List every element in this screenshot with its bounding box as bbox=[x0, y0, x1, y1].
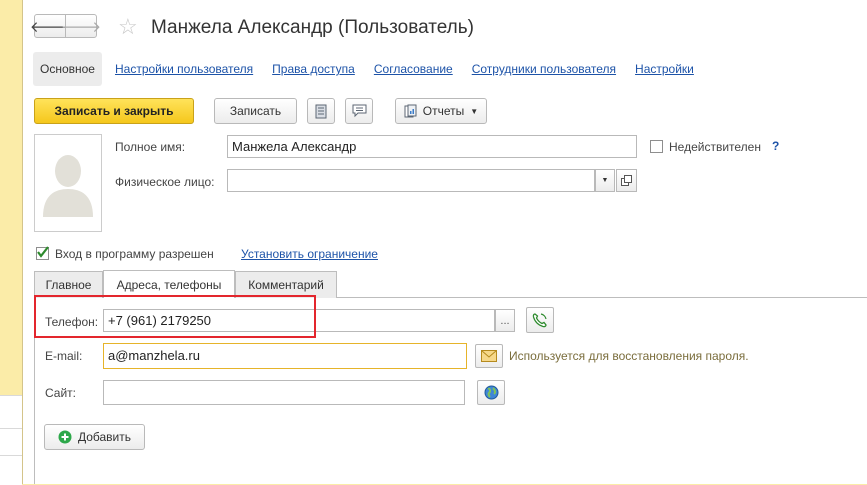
tab-approval[interactable]: Согласование bbox=[374, 62, 453, 76]
globe-icon bbox=[484, 385, 498, 400]
speech-bubble-icon bbox=[352, 104, 366, 118]
tab-user-settings[interactable]: Настройки пользователя bbox=[115, 62, 253, 76]
email-hint: Используется для восстановления пароля. bbox=[509, 349, 749, 363]
set-restriction-link[interactable]: Установить ограничение bbox=[241, 247, 378, 261]
phone-more-button[interactable]: ... bbox=[495, 309, 515, 332]
invalid-label: Недействителен bbox=[669, 140, 761, 154]
left-background-strip bbox=[0, 0, 22, 485]
full-name-field[interactable]: Манжела Александр bbox=[227, 135, 637, 158]
save-and-close-button[interactable]: Записать и закрыть bbox=[34, 98, 194, 124]
avatar-placeholder-icon bbox=[43, 155, 93, 217]
tab-main[interactable]: Основное bbox=[33, 52, 102, 86]
checkmark-icon bbox=[37, 246, 49, 258]
full-name-label: Полное имя: bbox=[115, 140, 186, 154]
tab-user-employees[interactable]: Сотрудники пользователя bbox=[472, 62, 616, 76]
subtab-addresses-phones-label: Адреса, телефоны bbox=[116, 277, 222, 292]
save-and-close-label: Записать и закрыть bbox=[54, 104, 174, 118]
chevron-down-icon: ▼ bbox=[470, 106, 479, 116]
login-allowed-label: Вход в программу разрешен bbox=[55, 247, 214, 261]
person-field[interactable] bbox=[227, 169, 595, 192]
left-divider bbox=[0, 428, 22, 429]
save-label: Записать bbox=[229, 104, 282, 118]
site-field[interactable] bbox=[103, 380, 465, 405]
add-contact-button[interactable]: Добавить bbox=[44, 424, 145, 450]
subtab-comment-label: Комментарий bbox=[248, 278, 324, 292]
open-window-icon bbox=[621, 175, 632, 186]
reports-button[interactable]: Отчеты ▼ bbox=[395, 98, 487, 124]
subtab-main[interactable]: Главное bbox=[34, 271, 103, 298]
add-label: Добавить bbox=[77, 430, 132, 444]
document-list-icon bbox=[315, 104, 327, 118]
subtab-addresses-phones[interactable]: Адреса, телефоны bbox=[103, 270, 235, 298]
chevron-down-icon: ▼ bbox=[601, 177, 609, 184]
left-panel bbox=[0, 395, 22, 485]
top-tabs: Основное Настройки пользователя Права до… bbox=[33, 52, 694, 86]
phone-highlight-frame bbox=[34, 295, 316, 338]
user-form-window: 🡐 🡒 ☆ Манжела Александр (Пользователь) О… bbox=[22, 0, 867, 484]
send-email-button[interactable] bbox=[475, 344, 503, 368]
email-label: E-mail: bbox=[45, 349, 83, 363]
envelope-icon bbox=[481, 350, 497, 362]
left-divider bbox=[0, 455, 22, 456]
tab-access-rights[interactable]: Права доступа bbox=[272, 62, 355, 76]
person-label: Физическое лицо: bbox=[115, 175, 215, 189]
comment-button[interactable] bbox=[345, 98, 373, 124]
list-button[interactable] bbox=[307, 98, 335, 124]
login-allowed-checkbox[interactable] bbox=[36, 246, 49, 260]
call-button[interactable] bbox=[526, 307, 554, 333]
subtab-comment[interactable]: Комментарий bbox=[235, 271, 337, 298]
tab-settings[interactable]: Настройки bbox=[635, 62, 694, 76]
phone-icon bbox=[532, 313, 547, 328]
person-dropdown-button[interactable]: ▼ bbox=[595, 169, 615, 192]
report-icon bbox=[404, 104, 417, 118]
person-open-button[interactable] bbox=[616, 169, 637, 192]
help-icon[interactable]: ? bbox=[772, 139, 779, 153]
forward-button[interactable]: 🡒 bbox=[61, 14, 101, 38]
plus-circle-icon bbox=[58, 430, 72, 444]
favorite-star-icon[interactable]: ☆ bbox=[118, 14, 138, 40]
email-field[interactable]: a@manzhela.ru bbox=[103, 343, 467, 369]
page-title: Манжела Александр (Пользователь) bbox=[151, 17, 474, 38]
save-button[interactable]: Записать bbox=[214, 98, 297, 124]
subtab-main-label: Главное bbox=[45, 278, 92, 292]
ellipsis-icon: ... bbox=[500, 314, 510, 327]
open-site-button[interactable] bbox=[477, 380, 505, 405]
user-photo[interactable] bbox=[34, 134, 102, 232]
arrow-right-icon: 🡒 bbox=[60, 18, 102, 36]
reports-label: Отчеты bbox=[422, 104, 465, 118]
invalid-checkbox[interactable] bbox=[650, 140, 663, 153]
site-label: Сайт: bbox=[45, 386, 77, 400]
